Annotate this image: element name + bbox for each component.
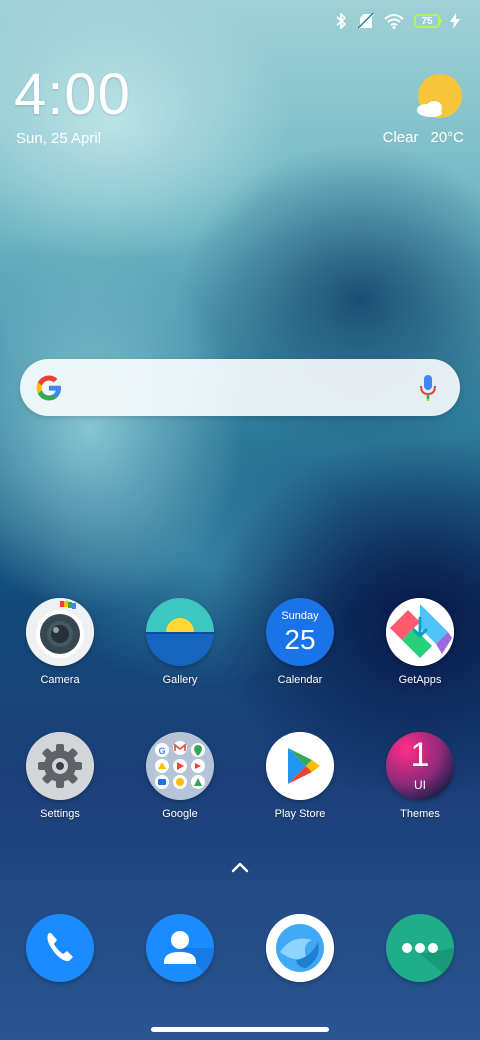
app-camera[interactable]: Camera <box>0 598 120 686</box>
status-bar: 75 <box>334 8 460 34</box>
app-label: Camera <box>40 674 80 686</box>
getapps-icon <box>386 598 454 666</box>
app-gallery[interactable]: Gallery <box>120 598 240 686</box>
charging-bolt-icon <box>450 13 460 29</box>
themes-icon: 1 UI <box>386 732 454 800</box>
app-label: Calendar <box>277 674 323 686</box>
calendar-icon: Sunday 25 <box>266 598 334 666</box>
themes-badge-top: 1 <box>410 736 430 774</box>
bluetooth-icon <box>334 12 348 30</box>
no-sim-icon <box>358 13 374 29</box>
home-indicator[interactable] <box>151 1027 329 1032</box>
google-logo-icon[interactable] <box>34 373 64 403</box>
clock-date[interactable]: Sun, 25 April <box>16 130 101 147</box>
phone-icon <box>26 914 94 982</box>
contacts-icon <box>146 914 214 982</box>
browser-icon <box>266 914 334 982</box>
dock-browser[interactable] <box>240 914 360 982</box>
app-label: Gallery <box>162 674 198 686</box>
battery-icon: 75 <box>414 14 442 28</box>
app-label: GetApps <box>398 674 442 686</box>
camera-icon <box>26 598 94 666</box>
weather-temperature: 20°C <box>430 129 464 146</box>
app-drawer-chevron-icon[interactable] <box>229 860 251 874</box>
dock-messages[interactable] <box>360 914 480 982</box>
calendar-weekday: Sunday <box>281 610 319 622</box>
sun-cloud-icon[interactable] <box>414 74 462 122</box>
google-folder-icon: G <box>146 732 214 800</box>
wifi-icon <box>384 13 404 29</box>
play-store-icon <box>266 732 334 800</box>
app-google-folder[interactable]: G Google <box>120 732 240 820</box>
app-calendar[interactable]: Sunday 25 Calendar <box>240 598 360 686</box>
dock-contacts[interactable] <box>120 914 240 982</box>
weather-condition: Clear <box>382 129 419 146</box>
gallery-icon <box>146 598 214 666</box>
microphone-icon[interactable] <box>418 374 438 402</box>
app-label: Play Store <box>274 808 326 820</box>
app-themes[interactable]: 1 UI Themes <box>360 732 480 820</box>
dock-phone[interactable] <box>0 914 120 982</box>
battery-level: 75 <box>421 15 433 27</box>
app-play-store[interactable]: Play Store <box>240 732 360 820</box>
app-label: Google <box>162 808 198 820</box>
app-label: Themes <box>400 808 440 820</box>
themes-badge-bottom: UI <box>414 778 426 792</box>
settings-gear-icon <box>26 732 94 800</box>
clock-time[interactable]: 4:00 <box>14 66 131 124</box>
weather-widget[interactable]: Clear 20°C <box>383 129 464 146</box>
messages-icon <box>386 914 454 982</box>
app-label: Settings <box>40 808 80 820</box>
google-search-bar[interactable] <box>20 359 460 416</box>
app-settings[interactable]: Settings <box>0 732 120 820</box>
app-getapps[interactable]: GetApps <box>360 598 480 686</box>
svg-text:G: G <box>158 746 165 756</box>
calendar-day: 25 <box>284 624 316 655</box>
